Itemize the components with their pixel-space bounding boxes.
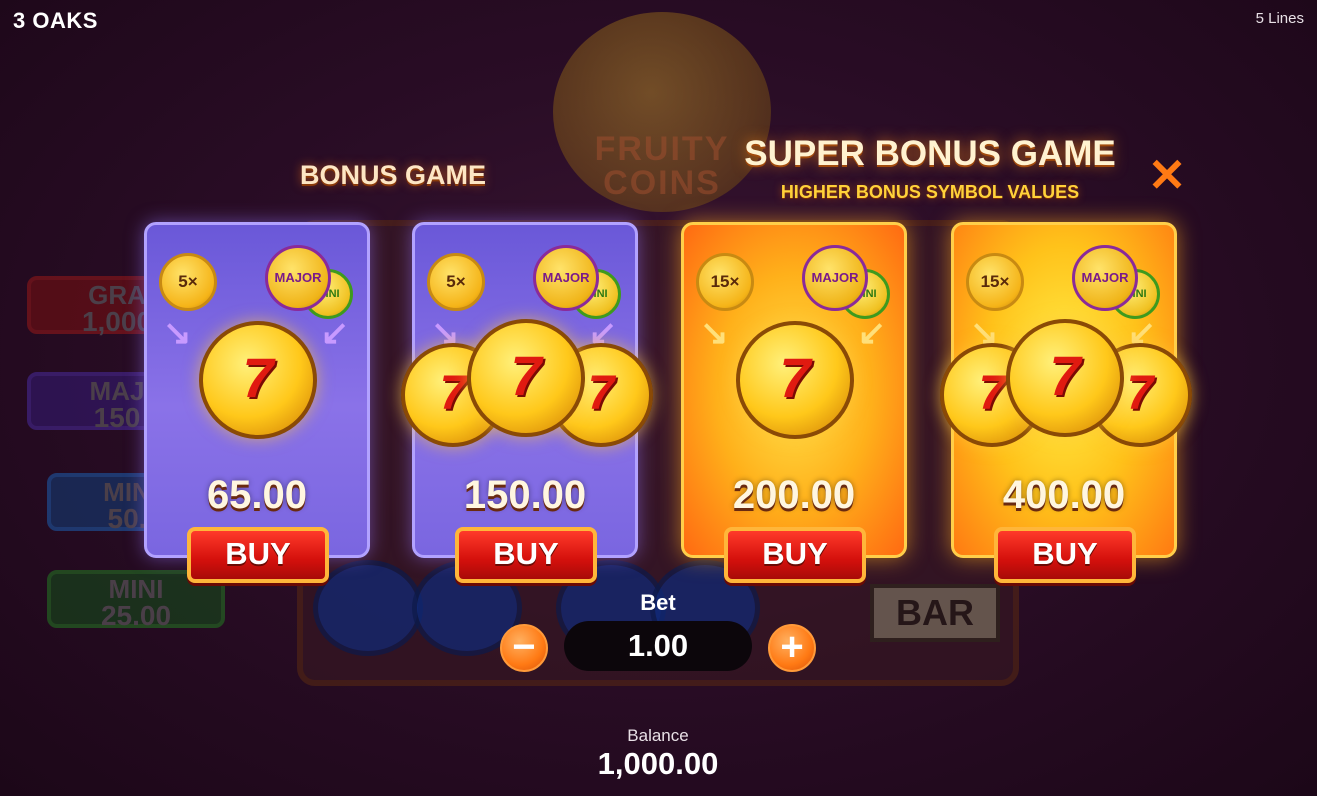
major-chip: MAJOR: [802, 245, 868, 311]
multiplier-chip: 15×: [696, 253, 754, 311]
multiplier-chip: 5×: [159, 253, 217, 311]
seven-coin-icon: 7: [467, 319, 585, 437]
curved-arrow-icon: ↘: [700, 314, 729, 352]
curved-arrow-icon: ↙: [320, 314, 350, 352]
curved-arrow-icon: ↘: [163, 314, 192, 352]
bet-label: Bet: [640, 590, 676, 615]
balance-value: 1,000.00: [597, 746, 719, 781]
bet-value: 1.00: [564, 621, 752, 671]
bar-symbol: BAR: [870, 584, 1000, 642]
seven-coin-icon: 7: [736, 321, 854, 439]
brand-logo: 3 OAKS: [13, 8, 98, 33]
bet-increase-button[interactable]: +: [768, 624, 816, 672]
super-bonus-subheading: HIGHER BONUS SYMBOL VALUES: [780, 182, 1080, 202]
jackpot-value: 25.00: [100, 600, 172, 631]
bonus-card-1: 5× MINI MAJOR ↘ ↙ 7 65.00 BUY: [144, 222, 370, 583]
close-icon[interactable]: ✕: [1146, 152, 1188, 198]
multiplier-chip: 15×: [966, 253, 1024, 311]
reel-symbol: [313, 560, 423, 656]
bonus-price: 150.00: [463, 473, 587, 517]
seven-coin-icon: 7: [1006, 319, 1124, 437]
bonus-game-heading: BONUS GAME: [299, 160, 486, 190]
buy-button[interactable]: BUY: [455, 527, 597, 583]
buy-button[interactable]: BUY: [724, 527, 866, 583]
buy-button[interactable]: BUY: [994, 527, 1136, 583]
curved-arrow-icon: ↙: [857, 314, 887, 352]
major-chip: MAJOR: [1072, 245, 1138, 311]
bonus-price: 65.00: [206, 473, 308, 517]
buy-button[interactable]: BUY: [187, 527, 329, 583]
seven-coin-icon: 7: [199, 321, 317, 439]
super-bonus-card-1: 15× MINI MAJOR ↘ ↙ 7 200.00 BUY: [681, 222, 907, 583]
bonus-card-2: 5× MINI MAJOR ↘ ↙ 7 7 7 150.00 BUY: [401, 222, 653, 583]
super-bonus-game-heading: SUPER BONUS GAME: [744, 134, 1116, 173]
bonus-price: 200.00: [732, 473, 856, 517]
bet-decrease-button[interactable]: −: [500, 624, 548, 672]
major-chip: MAJOR: [265, 245, 331, 311]
multiplier-chip: 5×: [427, 253, 485, 311]
major-chip: MAJOR: [533, 245, 599, 311]
balance-label: Balance: [627, 726, 689, 745]
lines-indicator: 5 Lines: [1255, 10, 1304, 27]
super-bonus-card-2: 15× MINI MAJOR ↘ ↙ 7 7 7 400.00 BUY: [940, 222, 1192, 583]
bonus-price: 400.00: [1002, 473, 1126, 517]
